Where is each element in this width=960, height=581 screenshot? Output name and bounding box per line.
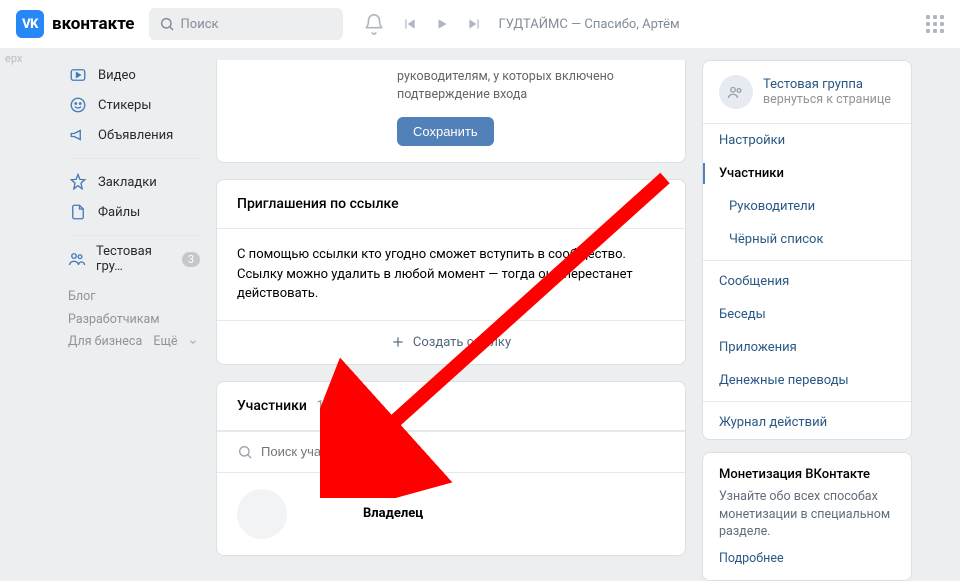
invite-card-title: Приглашения по ссылке (217, 180, 685, 229)
nav-item-stickers[interactable]: Стикеры (68, 90, 200, 120)
footer-link-more[interactable]: Ещё (153, 334, 177, 349)
save-button[interactable]: Сохранить (397, 117, 494, 146)
rp-header[interactable]: Тестовая группа вернуться к странице (703, 61, 911, 124)
page-layout: Видео Стикеры Объявления Закладки Файлы … (0, 48, 960, 581)
rp-separator (703, 401, 911, 402)
nav-label: Видео (98, 68, 136, 83)
search-icon (159, 16, 175, 32)
footer-link-biz[interactable]: Для бизнеса (68, 334, 142, 349)
card-members: Участники 1 Владелец (216, 381, 686, 556)
rp-menu-log[interactable]: Журнал действий (703, 406, 911, 439)
nav-label: Стикеры (98, 98, 151, 113)
prev-track-icon[interactable] (403, 17, 417, 31)
megaphone-icon (68, 125, 88, 145)
card-invite-link: Приглашения по ссылке С помощью ссылки к… (216, 179, 686, 365)
members-title-text: Участники (237, 398, 307, 414)
vk-logo-icon[interactable]: VK (16, 10, 44, 38)
invite-card-body: С помощью ссылки кто угодно сможет вступ… (217, 229, 685, 320)
back-to-page[interactable]: вернуться к странице (763, 92, 891, 107)
member-role: Владелец (363, 506, 423, 521)
create-link-button[interactable]: Создать ссылку (217, 320, 685, 364)
right-sidebar: Тестовая группа вернуться к странице Нас… (702, 60, 912, 581)
group-icon (68, 249, 86, 269)
brand-text[interactable]: вконтакте (52, 14, 135, 34)
rp-menu-apps[interactable]: Приложения (703, 331, 911, 364)
member-row: Владелец (217, 472, 685, 555)
left-footer: Блог Разработчикам Для бизнеса Ещё (68, 286, 200, 354)
nav-separator (68, 158, 200, 159)
members-search-input[interactable] (261, 444, 665, 459)
next-track-icon[interactable] (467, 17, 481, 31)
members-card-title: Участники 1 (217, 382, 685, 431)
rp-menu-transfers[interactable]: Денежные переводы (703, 364, 911, 397)
nav-item-video[interactable]: Видео (68, 60, 200, 90)
group-avatar-icon (719, 75, 753, 109)
notice-text: руководителям, у которых включено подтве… (397, 68, 665, 117)
rp-menu-managers[interactable]: Руководители (703, 190, 911, 223)
right-panel-nav: Тестовая группа вернуться к странице Нас… (702, 60, 912, 440)
plus-icon (391, 335, 405, 349)
members-count: 1 (316, 398, 324, 414)
nav-item-test-group[interactable]: Тестовая гру… 3 (68, 244, 200, 274)
nav-item-ads[interactable]: Объявления (68, 120, 200, 150)
rp-menu-settings[interactable]: Настройки (703, 124, 911, 157)
smile-icon (68, 95, 88, 115)
nav-label: Объявления (98, 128, 173, 143)
monetization-text: Узнайте обо всех способах монетизации в … (719, 488, 895, 541)
monetization-card: Монетизация ВКонтакте Узнайте обо всех с… (702, 452, 912, 581)
monetization-link[interactable]: Подробнее (719, 551, 895, 566)
ghost-text: ерх (5, 52, 22, 65)
card-confirm-admin: руководителям, у которых включено подтве… (216, 60, 686, 163)
rp-separator (703, 260, 911, 261)
nav-separator (68, 235, 200, 236)
footer-link-dev[interactable]: Разработчикам (68, 312, 160, 327)
file-icon (68, 202, 88, 222)
rp-menu-messages[interactable]: Сообщения (703, 265, 911, 298)
rp-menu: Настройки Участники Руководители Чёрный … (703, 124, 911, 439)
search-placeholder: Поиск (181, 17, 219, 32)
video-icon (68, 65, 88, 85)
music-track-title[interactable]: ГУДТАЙМС — Спасибо, Артём (499, 17, 680, 32)
main-content: руководителям, у которых включено подтве… (216, 60, 686, 556)
rp-menu-members[interactable]: Участники (703, 157, 911, 190)
nav-label: Файлы (98, 205, 140, 220)
nav-label: Закладки (98, 175, 157, 190)
footer-link-blog[interactable]: Блог (68, 289, 95, 304)
rp-menu-chats[interactable]: Беседы (703, 298, 911, 331)
nav-item-bookmarks[interactable]: Закладки (68, 167, 200, 197)
apps-grid-icon[interactable] (926, 15, 944, 33)
members-search-row (217, 431, 685, 472)
left-nav: Видео Стикеры Объявления Закладки Файлы … (0, 60, 200, 354)
bell-icon[interactable] (363, 13, 385, 35)
search-icon (237, 444, 253, 460)
nav-badge: 3 (182, 252, 200, 267)
top-header: VK вконтакте Поиск ГУДТАЙМС — Спасибо, А… (0, 0, 960, 48)
nav-label: Тестовая гру… (96, 244, 172, 274)
chevron-down-icon (188, 337, 198, 347)
play-icon[interactable] (435, 17, 449, 31)
star-icon (68, 172, 88, 192)
rp-menu-blacklist[interactable]: Чёрный список (703, 223, 911, 256)
monetization-title: Монетизация ВКонтакте (719, 467, 895, 482)
group-name: Тестовая группа (763, 77, 891, 92)
nav-item-files[interactable]: Файлы (68, 197, 200, 227)
create-link-label: Создать ссылку (413, 335, 511, 350)
member-avatar[interactable] (237, 489, 287, 539)
global-search[interactable]: Поиск (149, 8, 343, 40)
